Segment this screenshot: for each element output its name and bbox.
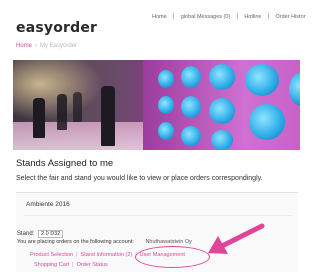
hero-blue-circle xyxy=(181,126,201,146)
top-navigation: Home global Messages (0) Hotline Order H… xyxy=(152,13,305,20)
section-title: Stands Assigned to me xyxy=(16,158,114,169)
fair-name: Ambiente 2016 xyxy=(26,201,70,208)
account-text: You are placing orders on the following … xyxy=(17,239,134,245)
hero-blue-circle xyxy=(211,130,233,150)
nav-hotline[interactable]: Hotline xyxy=(244,14,261,20)
hero-blue-circle xyxy=(245,64,279,96)
breadcrumb-home[interactable]: Home xyxy=(16,43,32,49)
hero-image xyxy=(13,60,300,150)
hero-blue-circle xyxy=(158,122,174,140)
hero-blue-circle xyxy=(181,66,201,88)
hero-person xyxy=(73,92,82,122)
link-separator: | xyxy=(76,252,78,258)
shopping-cart-link[interactable]: Shopping Cart xyxy=(34,262,69,268)
stand-row: Stand: 2.0 D32 xyxy=(17,230,64,238)
header: easyorder Home global Messages (0) Hotli… xyxy=(0,0,305,36)
hero-blue-circle xyxy=(209,64,235,90)
stand-value: 2.0 D32 xyxy=(38,230,64,238)
hero-person xyxy=(33,98,45,138)
breadcrumb: Home › My Easyorder xyxy=(16,43,77,49)
stand-information-link[interactable]: Stand Information (2) xyxy=(81,252,133,258)
hero-person xyxy=(57,94,67,130)
nav-divider xyxy=(267,13,269,19)
divider xyxy=(24,215,292,216)
hero-person xyxy=(101,86,115,146)
stand-links-row-2: Shopping Cart | Order Status xyxy=(34,262,108,268)
hero-blue-circle xyxy=(181,96,201,118)
hero-blue-circle xyxy=(158,70,174,88)
section-description: Select the fair and stand you would like… xyxy=(16,175,263,182)
order-status-link[interactable]: Order Status xyxy=(77,262,108,268)
pointer-arrow-icon xyxy=(208,223,265,254)
nav-home[interactable]: Home xyxy=(152,14,167,20)
logo[interactable]: easyorder xyxy=(16,20,97,36)
hero-blue-circle xyxy=(158,96,174,114)
link-separator: | xyxy=(72,262,74,268)
nav-divider xyxy=(173,13,175,19)
account-row: You are placing orders on the following … xyxy=(17,239,192,245)
page: easyorder Home global Messages (0) Hotli… xyxy=(0,0,305,272)
nav-order-history[interactable]: Order Histor xyxy=(276,14,306,20)
hero-blue-circle xyxy=(249,104,285,140)
chevron-right-icon: › xyxy=(35,43,38,49)
breadcrumb-current: My Easyorder xyxy=(40,43,78,49)
nav-global-messages[interactable]: global Messages (0) xyxy=(181,14,231,20)
highlight-circle xyxy=(135,246,210,268)
nav-divider xyxy=(236,13,238,19)
hero-blue-circle xyxy=(209,98,235,124)
stand-label: Stand: xyxy=(17,231,35,237)
product-selection-link[interactable]: Product Selection xyxy=(30,252,73,258)
account-name: Nhuthawatstein Oy xyxy=(145,239,192,245)
